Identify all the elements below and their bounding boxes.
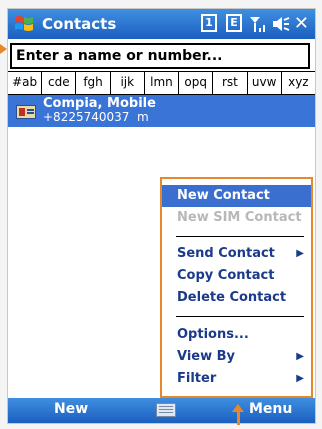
contact-phone-type: m	[137, 110, 149, 124]
menu-item-copy-contact[interactable]: Copy Contact	[162, 265, 311, 287]
annotation-arrow-stem	[237, 411, 240, 425]
menu-item-new-sim-contact: New SIM Contact	[177, 210, 302, 225]
tab-rst[interactable]: rst	[213, 72, 248, 94]
submenu-arrow-icon: ▶	[296, 351, 304, 362]
menu-item-filter[interactable]: Filter ▶	[162, 368, 311, 390]
device-screen: Contacts 1 E ✕ Enter a name or number...…	[7, 8, 316, 424]
annotation-arrow-icon	[0, 44, 7, 54]
windows-start-icon[interactable]	[13, 13, 35, 35]
tab-uvw[interactable]: uvw	[248, 72, 282, 94]
tab-cde[interactable]: cde	[42, 72, 77, 94]
menu-softkey[interactable]: Menu	[249, 401, 292, 417]
menu-item-delete-contact[interactable]: Delete Contact	[162, 287, 311, 309]
tab-opq[interactable]: opq	[179, 72, 214, 94]
keyboard-icon[interactable]	[156, 403, 176, 417]
search-input[interactable]: Enter a name or number...	[10, 43, 310, 69]
search-placeholder: Enter a name or number...	[16, 48, 223, 64]
menu-separator	[176, 316, 304, 317]
submenu-arrow-icon: ▶	[296, 373, 304, 384]
contact-phone: +8225740037 m	[43, 110, 149, 124]
signal-icon[interactable]	[248, 14, 268, 34]
contact-name: Compia, Mobile	[43, 96, 156, 111]
bottom-menu-bar: New Menu	[8, 398, 315, 423]
letter-tabs: #ab cde fgh ijk lmn opq rst uvw xyz	[8, 71, 315, 95]
submenu-arrow-icon: ▶	[296, 248, 304, 259]
tab-ijk[interactable]: ijk	[111, 72, 145, 94]
menu-item-new-contact[interactable]: New Contact	[162, 185, 311, 207]
new-softkey[interactable]: New	[54, 401, 88, 417]
app-title: Contacts	[42, 15, 117, 33]
tab-fgh[interactable]: fgh	[76, 72, 111, 94]
speaker-icon[interactable]	[271, 14, 291, 34]
contact-list-item[interactable]: Compia, Mobile +8225740037 m	[8, 95, 315, 127]
menu-separator	[176, 236, 304, 237]
sim-icon[interactable]: 1	[201, 14, 217, 32]
tab-lmn[interactable]: lmn	[145, 72, 180, 94]
menu-item-view-by[interactable]: View By ▶	[162, 346, 311, 368]
context-menu: New Contact New SIM Contact Send Contact…	[160, 177, 313, 398]
title-bar: Contacts 1 E ✕	[8, 9, 315, 39]
tab-xyz[interactable]: xyz	[282, 72, 315, 94]
close-icon[interactable]: ✕	[294, 14, 309, 34]
e-mail-icon[interactable]: E	[226, 14, 242, 32]
contact-card-icon	[16, 105, 36, 119]
menu-item-options[interactable]: Options...	[162, 324, 311, 346]
menu-item-send-contact[interactable]: Send Contact ▶	[162, 243, 311, 265]
tab-abc[interactable]: #ab	[8, 72, 43, 94]
